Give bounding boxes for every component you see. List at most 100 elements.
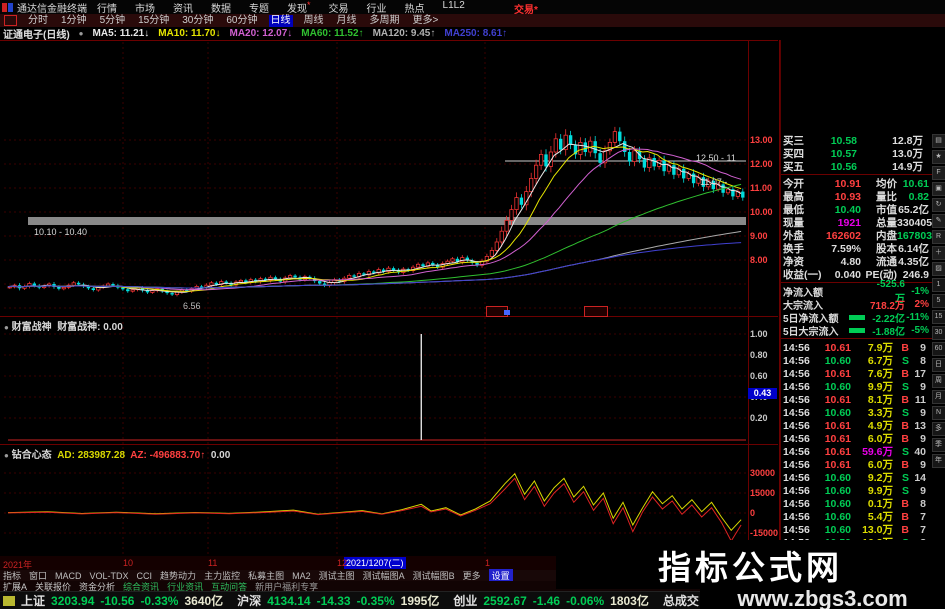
quote-cell: B — [901, 393, 909, 406]
index-change: -14.33 — [316, 593, 351, 608]
quote-cell: 收益(一) — [783, 269, 822, 281]
quote-cell: S — [901, 445, 909, 458]
quote-cell: 14:56 — [783, 523, 810, 536]
watermark-url-box: www.zbgs3.com — [700, 585, 945, 609]
collapse-dot-icon[interactable]: ● — [4, 451, 9, 460]
index-amount: 1995亿 — [400, 594, 440, 608]
ind1-name[interactable]: 财富战神 — [12, 322, 52, 333]
month-label: 10 — [123, 558, 134, 568]
ind2-az-value: AZ: -496883.70↑ — [130, 450, 206, 461]
strip-period-15[interactable]: 15 — [931, 310, 945, 324]
quote-cell: 10.40 — [834, 203, 861, 216]
strip-period-日[interactable]: 日 — [931, 358, 945, 372]
link-dot-icon[interactable]: ● — [79, 29, 84, 38]
strip-period-1[interactable]: 1 — [931, 278, 945, 292]
strip-period-N[interactable]: N — [931, 406, 945, 420]
flow-bar-icon — [849, 328, 865, 333]
quote-cell: 10.58 — [830, 134, 857, 147]
quote-cell: 10.60 — [824, 484, 851, 497]
menu-item-数据[interactable]: 数据 — [211, 0, 231, 15]
market-status-icon[interactable] — [3, 595, 15, 606]
draw-icon[interactable]: ✎ — [931, 214, 945, 228]
quote-cell: S — [901, 380, 909, 393]
menu-item-市场[interactable]: 市场 — [135, 0, 155, 15]
flow-bar-placeholder — [849, 302, 865, 307]
menu-item-行情[interactable]: 行情 — [97, 0, 117, 15]
quote-cell: 10.61 — [902, 177, 929, 190]
quote-cell: 9 — [920, 458, 926, 471]
ind1-tick: 0.60 — [750, 371, 768, 381]
bid-row: 买五 10.56 14.9万 — [783, 160, 930, 174]
quote-cell: S — [901, 406, 909, 419]
list-icon[interactable]: ▤ — [931, 134, 945, 148]
collapse-dot-icon[interactable]: ● — [4, 323, 9, 332]
strip-period-季[interactable]: 季 — [931, 438, 945, 452]
timeframe-周线[interactable]: 周线 — [302, 15, 326, 27]
news-icon[interactable]: ▣ — [931, 182, 945, 196]
strip-period-5[interactable]: 5 — [931, 294, 945, 308]
menu-item-资讯[interactable]: 资讯 — [173, 0, 193, 15]
star-icon[interactable]: ★ — [931, 150, 945, 164]
timeframe-多周期[interactable]: 多周期 — [368, 15, 402, 27]
strip-period-周[interactable]: 周 — [931, 374, 945, 388]
strip-period-多[interactable]: 多 — [931, 422, 945, 436]
refresh-icon[interactable]: ↻ — [931, 198, 945, 212]
stock-header: 证通电子(日线) ● MA5: 11.21↓ MA10: 11.70↓ MA20: … — [0, 27, 945, 41]
quote-cell: 9 — [920, 380, 926, 393]
watermark-url: www.zbgs3.com — [737, 585, 908, 609]
quote-cell: 14:56 — [783, 497, 810, 510]
menu-bar: 通达信金融终端 行情 市场 资讯 数据 专题 发现* 交易 行业 热点 L1L2 交易 * — [0, 0, 945, 16]
menu-item-行业[interactable]: 行业 — [367, 0, 387, 15]
quote-cell: 11 — [914, 393, 926, 406]
quote-cell: 10.61 — [824, 458, 851, 471]
quote-cell: 14:56 — [783, 419, 810, 432]
quote-cell: 10.60 — [824, 497, 851, 510]
menu-item-热点[interactable]: 热点 — [405, 0, 425, 15]
plus-icon[interactable]: ＋ — [931, 246, 945, 260]
quote-cell: 10.61 — [824, 419, 851, 432]
menu-item-交易[interactable]: 交易 — [329, 0, 349, 15]
strip-period-60[interactable]: 60 — [931, 342, 945, 356]
quote-cell: 14:56 — [783, 484, 810, 497]
price-band-label: 10.10 - 10.40 — [34, 227, 88, 237]
menu-item-发现[interactable]: 发现* — [287, 0, 311, 15]
timeframe-日线[interactable]: 日线 — [268, 14, 293, 27]
rsi-icon[interactable]: R — [931, 230, 945, 244]
f10-icon[interactable]: F — [931, 166, 945, 180]
quote-cell: 8 — [920, 497, 926, 510]
timeframe-分时[interactable]: 分时 — [26, 15, 50, 27]
menu-item-专题[interactable]: 专题 — [249, 0, 269, 15]
timeframe-30分钟[interactable]: 30分钟 — [180, 15, 215, 27]
quote-cell: 9 — [920, 341, 926, 354]
strip-period-月[interactable]: 月 — [931, 390, 945, 404]
pattern-icon[interactable]: ▨ — [931, 262, 945, 276]
quote-cell: 10.61 — [824, 367, 851, 380]
timeframe-5分钟[interactable]: 5分钟 — [98, 15, 128, 27]
quote-cell: 10.60 — [824, 471, 851, 484]
quote-cell: S — [901, 354, 909, 367]
ind2-title: ● 钻合心态 AD: 283987.28 AZ: -496883.70↑ 0.0… — [4, 446, 230, 461]
timeframe-60分钟[interactable]: 60分钟 — [224, 15, 259, 27]
timeframe-15分钟[interactable]: 15分钟 — [136, 15, 171, 27]
ind1-current-value: 0.43 — [748, 388, 777, 399]
quote-cell: 14:56 — [783, 432, 810, 445]
ind2-tick: -15000 — [750, 528, 779, 538]
quote-cell: 14:56 — [783, 471, 810, 484]
divider — [0, 40, 778, 41]
ind2-name[interactable]: 钻合心态 — [12, 450, 52, 461]
index-change: -1.46 — [532, 593, 561, 608]
timeframe-月线[interactable]: 月线 — [335, 15, 359, 27]
price-tick: 9.00 — [750, 231, 768, 241]
quote-cell: 5日大宗流入 — [783, 327, 839, 338]
price-tick: 11.00 — [750, 183, 773, 193]
quote-cell: 10.93 — [834, 190, 861, 203]
timeframe-更多>[interactable]: 更多> — [411, 15, 441, 27]
quote-cell: 7 — [920, 510, 926, 523]
ind2-tick: 15000 — [750, 488, 776, 498]
timeframe-1分钟[interactable]: 1分钟 — [59, 15, 89, 27]
kline-style-icon[interactable] — [4, 15, 17, 26]
divider — [748, 40, 749, 570]
strip-period-年[interactable]: 年 — [931, 454, 945, 468]
strip-period-30[interactable]: 30 — [931, 326, 945, 340]
menu-item-L1L2[interactable]: L1L2 — [443, 0, 465, 15]
